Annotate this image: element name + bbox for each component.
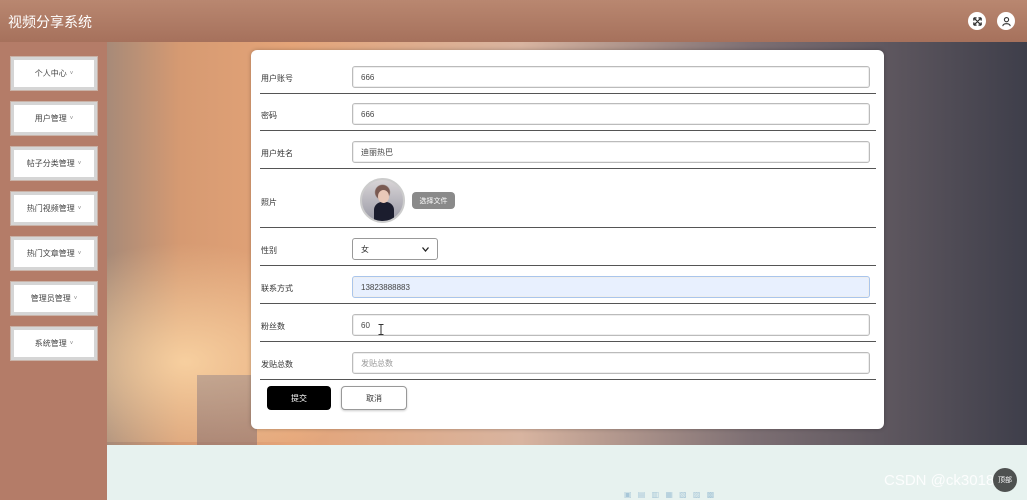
account-input[interactable]: 666 (352, 66, 870, 88)
form-row-account: 用户账号 666 (260, 62, 876, 94)
photo-label: 照片 (261, 198, 277, 207)
name-label: 用户姓名 (261, 149, 293, 158)
password-label: 密码 (261, 111, 277, 120)
sidebar-item-hot-articles[interactable]: 热门文章管理 ˅ (11, 237, 97, 270)
sidebar-item-label: 热门视频管理 (26, 204, 75, 213)
sidebar-item-label: 个人中心 (34, 69, 67, 78)
app-title: 视频分享系统 (8, 14, 92, 30)
chevron-down-icon: ˅ (69, 340, 74, 347)
sidebar: 个人中心 ˅ 用户管理 ˅ 帖子分类管理 ˅ 热门视频管理 ˅ 热门文章管理 ˅ 管理员管… (0, 42, 107, 500)
form-row-fans: 粉丝数 60 (260, 304, 876, 342)
sidebar-item-label: 热门文章管理 (26, 249, 75, 258)
watermark: CSDN @ck3018 (884, 472, 995, 489)
avatar (360, 178, 405, 223)
sidebar-item-label: 系统管理 (34, 339, 67, 348)
gender-select[interactable]: 女 (352, 238, 438, 260)
gender-value: 女 (361, 244, 369, 254)
back-to-top-button[interactable]: 顶部 (993, 468, 1017, 492)
account-label: 用户账号 (261, 74, 293, 83)
chevron-down-icon: ˅ (77, 250, 82, 257)
expand-arrows-icon (972, 16, 982, 26)
cancel-button[interactable]: 取消 (341, 386, 407, 410)
form-row-posts: 发贴总数 发贴总数 (260, 342, 876, 380)
sidebar-item-label: 帖子分类管理 (26, 159, 75, 168)
posts-label: 发贴总数 (261, 360, 293, 369)
user-edit-form: 用户账号 666 密码 666 用户姓名 迪丽热巴 照片 选择文件 性别 女 联… (251, 50, 884, 429)
chevron-down-icon: ˅ (73, 295, 78, 302)
form-row-phone: 联系方式 13823888883 (260, 266, 876, 304)
sidebar-item-hot-videos[interactable]: 热门视频管理 ˅ (11, 192, 97, 225)
chevron-down-icon: ˅ (69, 115, 74, 122)
fans-label: 粉丝数 (261, 322, 285, 331)
fullscreen-button[interactable] (968, 12, 986, 30)
text-cursor-icon (378, 324, 384, 335)
sidebar-item-post-category[interactable]: 帖子分类管理 ˅ (11, 147, 97, 180)
chevron-down-icon (422, 246, 429, 252)
gender-label: 性别 (261, 246, 277, 255)
chevron-down-icon: ˅ (77, 205, 82, 212)
sidebar-item-personal-center[interactable]: 个人中心 ˅ (11, 57, 97, 90)
password-input[interactable]: 666 (352, 103, 870, 125)
ime-toolbar-icon: ▣ ▤ ▥ ▦ ▧ ▨ ▩ (624, 490, 717, 499)
sidebar-item-label: 用户管理 (34, 114, 67, 123)
user-icon (1001, 16, 1011, 26)
chevron-down-icon: ˅ (77, 160, 82, 167)
posts-input[interactable]: 发贴总数 (352, 352, 870, 374)
city-silhouette (197, 375, 257, 445)
form-row-gender: 性别 女 (260, 228, 876, 266)
phone-label: 联系方式 (261, 284, 293, 293)
form-row-name: 用户姓名 迪丽热巴 (260, 131, 876, 169)
phone-input[interactable]: 13823888883 (352, 276, 870, 298)
sidebar-item-system-management[interactable]: 系统管理 ˅ (11, 327, 97, 360)
sidebar-item-label: 管理员管理 (30, 294, 71, 303)
chevron-down-icon: ˅ (69, 70, 74, 77)
top-bar: 视频分享系统 (0, 0, 1027, 42)
submit-button[interactable]: 提交 (267, 386, 331, 410)
sidebar-item-admin-management[interactable]: 管理员管理 ˅ (11, 282, 97, 315)
sidebar-item-user-management[interactable]: 用户管理 ˅ (11, 102, 97, 135)
fans-input[interactable]: 60 (352, 314, 870, 336)
choose-file-button[interactable]: 选择文件 (412, 192, 455, 209)
name-input[interactable]: 迪丽热巴 (352, 141, 870, 163)
form-row-photo: 照片 选择文件 (260, 169, 876, 228)
user-menu-button[interactable] (997, 12, 1015, 30)
form-row-password: 密码 666 (260, 94, 876, 131)
